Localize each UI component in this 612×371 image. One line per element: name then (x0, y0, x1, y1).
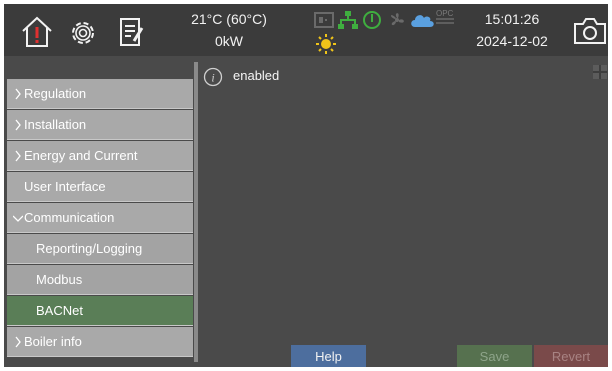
add-icon[interactable] (593, 65, 607, 84)
temperature-readout: 21°C (60°C) (191, 11, 267, 27)
electric-heater-icon (314, 11, 334, 29)
sidebar-item-reporting-logging[interactable]: Reporting/Logging (7, 234, 193, 264)
sidebar-item-label: Installation (24, 117, 87, 132)
sidebar-item-label: BACNet (36, 303, 83, 318)
power-readout: 0kW (215, 33, 243, 49)
network-icon (337, 10, 359, 30)
cloud-icon (409, 12, 435, 28)
chevron-right-icon (15, 150, 21, 162)
sidebar-item-modbus[interactable]: Modbus (7, 265, 193, 295)
sidebar-item-label: Regulation (24, 86, 87, 101)
top-bar: 21°C (60°C) 0kW OPC 15:01:26 2024-12-02 (4, 4, 608, 56)
sidebar-item-label: Boiler info (24, 334, 82, 349)
clock-time: 15:01:26 (484, 11, 540, 27)
fan-icon (387, 11, 407, 29)
svg-text:i: i (211, 71, 214, 85)
chevron-down-icon (13, 215, 23, 222)
sidebar-item-installation[interactable]: Installation (7, 110, 193, 140)
revert-button[interactable]: Revert (534, 345, 608, 367)
chevron-right-icon (15, 88, 21, 100)
save-button[interactable]: Save (457, 345, 532, 367)
info-icon[interactable]: i (203, 67, 223, 92)
sidebar-item-user-interface[interactable]: User Interface (7, 172, 193, 202)
sidebar: Regulation Installation Energy and Curre… (4, 59, 198, 365)
camera-icon[interactable] (573, 16, 607, 46)
home-alarm-icon[interactable] (20, 16, 54, 48)
screen: 21°C (60°C) 0kW OPC 15:01:26 2024-12-02 … (4, 4, 608, 367)
notepad-icon[interactable] (117, 16, 145, 48)
chevron-right-icon (15, 336, 21, 348)
sidebar-item-energy-and-current[interactable]: Energy and Current (7, 141, 193, 171)
sidebar-scrollbar[interactable] (194, 62, 198, 362)
sidebar-item-label: Reporting/Logging (36, 241, 143, 256)
sidebar-item-bacnet[interactable]: BACNet (7, 296, 193, 326)
help-button[interactable]: Help (291, 345, 366, 367)
power-icon (362, 10, 382, 30)
sidebar-item-label: Modbus (36, 272, 83, 287)
sun-icon (315, 33, 337, 55)
gear-icon[interactable] (67, 17, 99, 49)
status-text: enabled (233, 68, 280, 83)
sidebar-item-communication[interactable]: Communication (7, 203, 193, 233)
sidebar-item-regulation[interactable]: Regulation (7, 79, 193, 109)
chevron-right-icon (15, 119, 21, 131)
sidebar-item-label: Energy and Current (24, 148, 138, 163)
opc-icon: OPC (434, 9, 456, 27)
sidebar-item-boiler-info[interactable]: Boiler info (7, 327, 193, 357)
sidebar-item-label: User Interface (24, 179, 106, 194)
clock-date: 2024-12-02 (476, 33, 548, 49)
sidebar-item-label: Communication (24, 210, 115, 225)
